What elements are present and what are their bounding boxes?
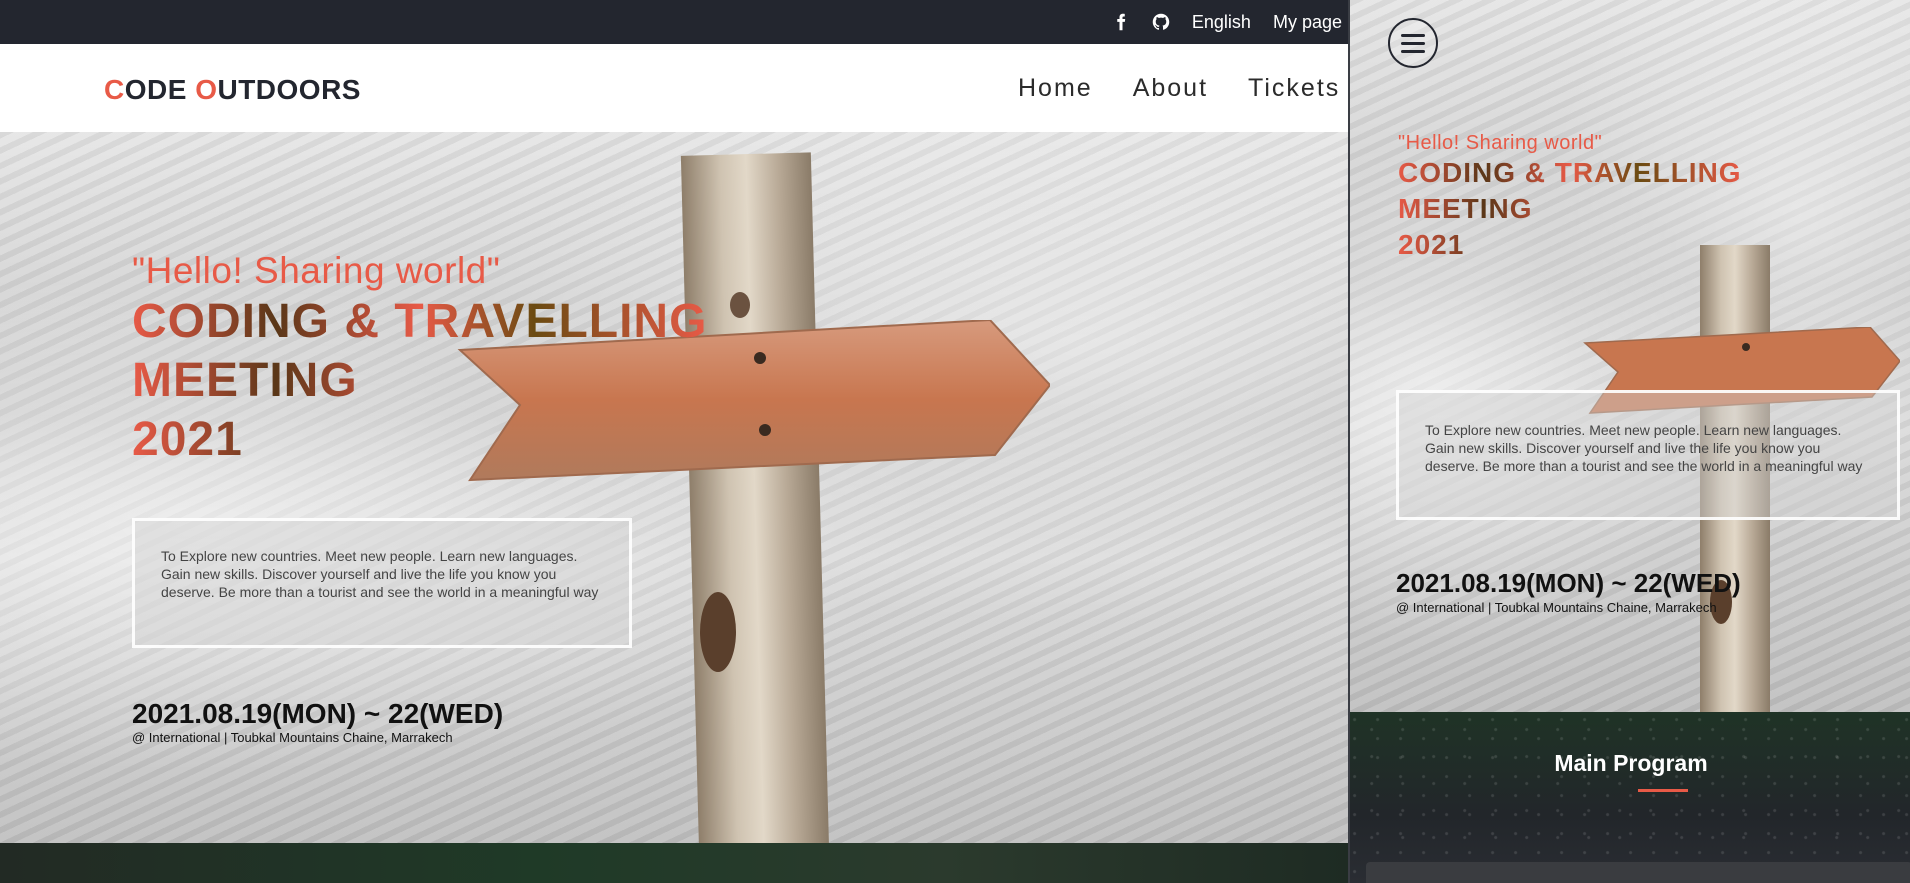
github-link[interactable] bbox=[1152, 13, 1170, 31]
hero-tagline: "Hello! Sharing world" bbox=[132, 250, 501, 291]
hamburger-line bbox=[1401, 49, 1425, 53]
logo-text-ode: ODE bbox=[124, 74, 196, 105]
mobile-event-date: 2021.08.19(MON) ~ 22(WED) bbox=[1396, 568, 1741, 598]
github-icon bbox=[1152, 13, 1170, 30]
hero-headline-line1: CODING & TRAVELLING bbox=[132, 292, 707, 351]
program-card[interactable] bbox=[1366, 862, 1910, 883]
hamburger-menu-icon bbox=[1401, 33, 1425, 37]
hero-headline-line2: MEETING bbox=[132, 351, 707, 410]
mypage-link[interactable]: My page bbox=[1273, 12, 1342, 33]
language-selector[interactable]: English bbox=[1192, 12, 1251, 33]
facebook-icon bbox=[1117, 13, 1126, 31]
mobile-hero-section: "Hello! Sharing world" CODING & TRAVELLI… bbox=[1350, 0, 1910, 712]
main-navbar: CODE OUTDOORS Home About Tickets bbox=[0, 44, 1348, 132]
top-utility-bar: English My page bbox=[0, 0, 1348, 44]
program-section-preview bbox=[0, 843, 1348, 883]
logo-letter-c: C bbox=[104, 74, 125, 105]
mobile-event-location: @ International | Toubkal Mountains Chai… bbox=[1396, 600, 1717, 615]
hero-description-box: To Explore new countries. Meet new peopl… bbox=[132, 518, 632, 648]
primary-nav: Home About Tickets bbox=[1018, 74, 1348, 103]
site-logo[interactable]: CODE OUTDOORS bbox=[104, 74, 361, 106]
mobile-hero-headline-line2: MEETING bbox=[1398, 191, 1742, 227]
signpost-knot bbox=[700, 592, 736, 672]
mobile-hero-description: To Explore new countries. Meet new peopl… bbox=[1425, 422, 1863, 474]
event-location: @ International | Toubkal Mountains Chai… bbox=[132, 730, 453, 745]
mobile-view: "Hello! Sharing world" CODING & TRAVELLI… bbox=[1348, 0, 1910, 883]
mobile-hero-description-box: To Explore new countries. Meet new peopl… bbox=[1396, 390, 1900, 520]
mobile-hero-headline-line3: 2021 bbox=[1398, 227, 1742, 263]
hero-section: "Hello! Sharing world" CODING & TRAVELLI… bbox=[0, 132, 1348, 843]
nav-about[interactable]: About bbox=[1133, 74, 1208, 103]
program-title: Main Program bbox=[1554, 750, 1708, 776]
hero-heading-block: "Hello! Sharing world" CODING & TRAVELLI… bbox=[132, 250, 707, 469]
nav-tickets[interactable]: Tickets bbox=[1248, 74, 1340, 103]
hamburger-menu-button[interactable] bbox=[1388, 18, 1438, 68]
hamburger-line bbox=[1401, 41, 1425, 45]
program-title-underline bbox=[1638, 789, 1688, 792]
nav-home[interactable]: Home bbox=[1018, 74, 1093, 103]
logo-letter-o: O bbox=[195, 74, 218, 105]
facebook-link[interactable] bbox=[1112, 13, 1130, 31]
mobile-hero-heading-block: "Hello! Sharing world" CODING & TRAVELLI… bbox=[1398, 132, 1742, 263]
desktop-view: English My page CODE OUTDOORS Home About… bbox=[0, 0, 1348, 883]
logo-text-utdoors: UTDOORS bbox=[217, 74, 361, 105]
mobile-hero-tagline: "Hello! Sharing world" bbox=[1398, 132, 1603, 154]
event-date: 2021.08.19(MON) ~ 22(WED) bbox=[132, 698, 504, 729]
mobile-hero-headline-line1: CODING & TRAVELLING bbox=[1398, 155, 1742, 191]
mobile-program-section: Main Program bbox=[1350, 712, 1910, 883]
hero-description: To Explore new countries. Meet new peopl… bbox=[161, 548, 599, 600]
hero-headline-line3: 2021 bbox=[132, 410, 707, 469]
signpost-knot bbox=[730, 292, 750, 318]
